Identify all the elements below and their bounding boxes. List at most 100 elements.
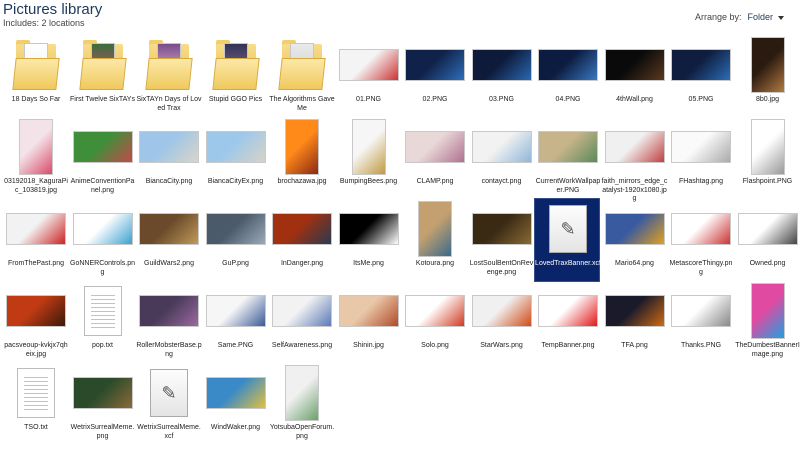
image-thumbnail — [535, 117, 601, 177]
file-item[interactable]: 03192018_KaguraPic_103819.jpg — [2, 116, 68, 200]
image-thumbnail — [269, 281, 335, 341]
file-item[interactable]: TheDumbestBannerImage.png — [734, 280, 800, 364]
image-thumbnail — [668, 117, 734, 177]
folder-item[interactable]: Stupid GGO Pics — [202, 34, 268, 118]
file-item[interactable]: AnimeConventionPanel.png — [69, 116, 135, 200]
file-item[interactable]: ✎ LovedTraxBanner.xcf — [534, 198, 601, 282]
file-item[interactable]: CurrentWorkWallpaper.PNG — [534, 116, 600, 200]
file-item[interactable]: WetrixSurrealMeme.png — [69, 362, 135, 446]
file-item[interactable]: TSO.txt — [2, 362, 68, 446]
file-item[interactable]: BiancaCityEx.png — [202, 116, 268, 200]
file-name-label: LovedTraxBanner.xcf — [535, 260, 601, 267]
image-thumbnail — [735, 117, 800, 177]
image-thumbnail — [203, 117, 269, 177]
file-item[interactable]: pacsveoup-kvkjx7qheix.jpg — [2, 280, 68, 364]
file-item[interactable]: TFA.png — [601, 280, 667, 364]
file-item[interactable]: ItsMe.png — [335, 198, 401, 282]
file-name-label: 01.PNG — [356, 96, 381, 103]
file-item[interactable]: FromThePast.png — [2, 198, 68, 282]
file-item[interactable]: GuP.png — [202, 198, 268, 282]
folder-item[interactable]: SixTAYn Days of Loved Trax — [135, 34, 202, 118]
file-name-label: WetrixSurrealMeme.xcf — [137, 424, 201, 440]
file-name-label: Kotoura.png — [415, 260, 455, 267]
image-thumbnail — [3, 281, 69, 341]
file-item[interactable]: contayct.png — [468, 116, 534, 200]
file-name-label: pop.txt — [91, 342, 113, 349]
image-thumbnail — [136, 281, 202, 341]
file-item[interactable]: Flashpoint.PNG — [734, 116, 800, 200]
file-item[interactable]: 02.PNG — [401, 34, 467, 118]
image-thumbnail — [602, 199, 668, 259]
file-item[interactable]: Shinin.jpg — [335, 280, 401, 364]
file-item[interactable]: pop.txt — [69, 280, 135, 364]
image-thumbnail — [70, 199, 136, 259]
file-name-label: 03.PNG — [489, 96, 514, 103]
page-title: Pictures library — [3, 1, 103, 18]
file-item[interactable]: MetascoreThingy.png — [667, 198, 733, 282]
file-name-label: 05.PNG — [688, 96, 714, 103]
file-item[interactable]: 8b0.jpg — [734, 34, 800, 118]
chevron-down-icon[interactable] — [778, 15, 784, 20]
file-item[interactable]: 01.PNG — [335, 34, 401, 118]
image-thumbnail — [469, 199, 535, 259]
image-thumbnail — [203, 281, 269, 341]
file-name-label: BiancaCity.png — [145, 178, 193, 185]
file-name-label: TempBanner.png — [541, 342, 595, 349]
file-item[interactable]: GoNNERControls.png — [69, 198, 135, 282]
image-thumbnail — [469, 117, 535, 177]
file-item[interactable]: Solo.png — [401, 280, 467, 364]
file-name-label: The Algorithms Gave Me — [269, 96, 335, 112]
file-item[interactable]: SelfAwareness.png — [268, 280, 334, 364]
file-item[interactable]: Kotoura.png — [401, 198, 467, 282]
file-name-label: Mario64.png — [615, 260, 654, 267]
file-name-label: 18 Days So Far — [11, 96, 61, 103]
file-name-label: InDanger.png — [280, 260, 324, 267]
file-name-label: CLAMP.png — [416, 178, 454, 185]
file-item[interactable]: Thanks.PNG — [667, 280, 733, 364]
image-thumbnail — [402, 199, 468, 259]
file-item[interactable]: FHashtag.png — [667, 116, 733, 200]
image-thumbnail — [402, 117, 468, 177]
folder-icon — [136, 35, 202, 95]
file-item[interactable]: RollerMobsterBase.png — [135, 280, 202, 364]
file-item[interactable]: LostSoulBentOnRevenge.png — [468, 198, 534, 282]
file-item[interactable]: BiancaCity.png — [135, 116, 201, 200]
image-thumbnail — [668, 281, 734, 341]
folder-item[interactable]: The Algorithms Gave Me — [268, 34, 335, 118]
file-item[interactable]: Owned.png — [734, 198, 800, 282]
file-item[interactable]: faith_mirrors_edge_catalyst-1920x1080.jp… — [601, 116, 667, 202]
file-item[interactable]: Same.PNG — [202, 280, 268, 364]
file-item[interactable]: YotsubaOpenForum.png — [268, 362, 334, 446]
file-name-label: Thanks.PNG — [680, 342, 722, 349]
includes-locations-link[interactable]: Includes: 2 locations — [3, 18, 85, 28]
file-item[interactable]: GuildWars2.png — [135, 198, 201, 282]
file-name-label: Stupid GGO Pics — [208, 96, 263, 103]
file-item[interactable]: InDanger.png — [268, 198, 334, 282]
file-name-label: 03192018_KaguraPic_103819.jpg — [4, 178, 68, 194]
gimp-file-icon: ✎ — [136, 363, 202, 423]
file-item[interactable]: 03.PNG — [468, 34, 534, 118]
arrange-by-value[interactable]: Folder — [747, 12, 773, 22]
file-item[interactable]: WindWaker.png — [202, 362, 268, 446]
arrange-by-control[interactable]: Arrange by: Folder — [695, 12, 784, 22]
file-item[interactable]: 04.PNG — [534, 34, 600, 118]
file-item[interactable]: 4thWall.png — [601, 34, 667, 118]
image-thumbnail — [602, 35, 668, 95]
folder-icon — [269, 35, 335, 95]
file-item[interactable]: ✎ WetrixSurrealMeme.xcf — [135, 362, 201, 446]
file-name-label: contayct.png — [481, 178, 522, 185]
file-item[interactable]: 05.PNG — [667, 34, 733, 118]
file-item[interactable]: CLAMP.png — [401, 116, 467, 200]
file-item[interactable]: Mario64.png — [601, 198, 667, 282]
file-name-label: First Twelve SixTAYs — [70, 96, 135, 103]
file-item[interactable]: StarWars.png — [468, 280, 534, 364]
folder-item[interactable]: 18 Days So Far — [2, 34, 68, 118]
image-thumbnail — [3, 199, 69, 259]
file-item[interactable]: BumpingBees.png — [335, 116, 401, 200]
image-thumbnail — [469, 281, 535, 341]
folder-item[interactable]: First Twelve SixTAYs — [69, 34, 135, 118]
file-item[interactable]: brochazawa.jpg — [268, 116, 334, 200]
image-thumbnail — [735, 281, 800, 341]
image-thumbnail — [469, 35, 535, 95]
file-item[interactable]: TempBanner.png — [534, 280, 600, 364]
